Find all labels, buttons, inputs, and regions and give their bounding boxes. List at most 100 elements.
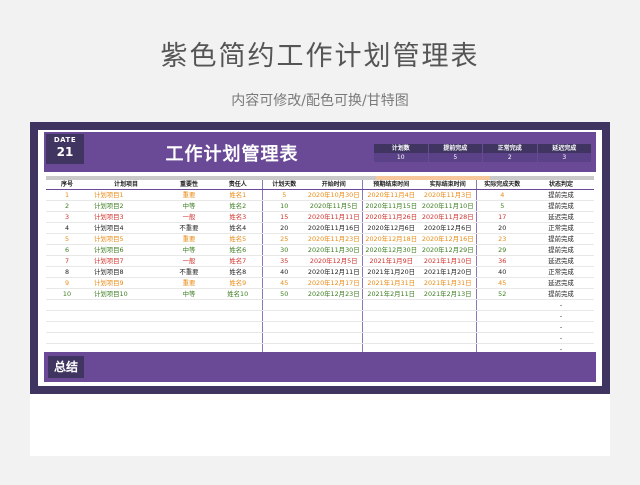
- cell-start: 2020年11月30日: [306, 244, 362, 256]
- empty-cell: [306, 321, 362, 333]
- empty-cell: [214, 332, 262, 344]
- cell-actual-end: 2021年1月31日: [420, 277, 476, 289]
- cell-expected-end: 2021年1月9日: [361, 255, 420, 267]
- cell-item: 计划项目8: [88, 266, 164, 278]
- cell-expected-end: 2021年1月31日: [361, 277, 420, 289]
- cell-item: 计划项目6: [88, 244, 164, 256]
- empty-cell: [361, 299, 420, 311]
- cell-actual-end: 2020年12月6日: [420, 222, 476, 234]
- empty-row[interactable]: -: [46, 332, 594, 344]
- cell-days: 25: [261, 233, 306, 245]
- cell-owner: 姓名6: [214, 244, 262, 256]
- cell-importance: 中等: [164, 288, 214, 300]
- empty-cell: [306, 332, 362, 344]
- cell-actual-days: 52: [475, 288, 528, 300]
- empty-cell: [214, 321, 262, 333]
- cell-no: 4: [46, 222, 88, 234]
- cell-item: 计划项目4: [88, 222, 164, 234]
- stat-value-delayed: 3: [537, 153, 592, 162]
- cell-owner: 姓名1: [214, 189, 262, 201]
- cell-actual-days: 20: [475, 222, 528, 234]
- table-row[interactable]: 9 计划项目9 重要 姓名9 45 2020年12月17日 2021年1月31日 2021年1…: [46, 277, 594, 289]
- cell-owner: 姓名9: [214, 277, 262, 289]
- empty-cell: [46, 321, 88, 333]
- table-row[interactable]: 8 计划项目8 不重要 姓名8 40 2020年12月11日 2021年1月20日 2021年…: [46, 266, 594, 278]
- cell-days: 35: [261, 255, 306, 267]
- cell-start: 2020年12月23日: [306, 288, 362, 300]
- stat-value-early: 5: [428, 153, 483, 162]
- table-header-row: 序号 计划项目 重要性 责任人 计划天数 开始时间 预期结束时间 实际结束时间 …: [46, 180, 594, 190]
- stat-header-delayed: 延迟完成: [537, 144, 592, 153]
- cell-start: 2020年12月11日: [306, 266, 362, 278]
- stats-summary: 计划数 提前完成 正常完成 延迟完成 10 5 2 3: [374, 144, 592, 162]
- cell-start: 2020年12月5日: [306, 255, 362, 267]
- cell-actual-days: 40: [475, 266, 528, 278]
- empty-cell: [420, 321, 476, 333]
- empty-cell: [475, 310, 528, 322]
- cell-no: 9: [46, 277, 88, 289]
- cell-no: 7: [46, 255, 88, 267]
- empty-cell: [420, 310, 476, 322]
- date-label: DATE: [53, 136, 77, 144]
- cell-item: 计划项目1: [88, 189, 164, 201]
- cell-start: 2020年10月30日: [306, 189, 362, 201]
- empty-row[interactable]: -: [46, 321, 594, 333]
- empty-cell: [46, 310, 88, 322]
- cell-actual-days: 17: [475, 211, 528, 223]
- empty-cell: [475, 299, 528, 311]
- cell-actual-end: 2020年11月10日: [420, 200, 476, 212]
- cell-status: -: [528, 299, 594, 311]
- cell-actual-end: 2021年1月10日: [420, 255, 476, 267]
- cell-status: 延迟完成: [528, 277, 594, 289]
- empty-row[interactable]: -: [46, 310, 594, 322]
- cell-status: 提前完成: [528, 288, 594, 300]
- cell-actual-days: 29: [475, 244, 528, 256]
- cell-days: 50: [261, 288, 306, 300]
- empty-cell: [261, 310, 306, 322]
- cell-status: 延迟完成: [528, 211, 594, 223]
- summary-label: 总结: [48, 356, 84, 378]
- cell-importance: 一般: [164, 211, 214, 223]
- cell-owner: 姓名4: [214, 222, 262, 234]
- cell-status: 延迟完成: [528, 255, 594, 267]
- empty-cell: [361, 332, 420, 344]
- empty-cell: [361, 321, 420, 333]
- cell-expected-end: 2021年2月11日: [361, 288, 420, 300]
- date-box: DATE 21: [46, 134, 84, 164]
- col-header-actual-end: 实际结束时间: [420, 180, 476, 190]
- empty-cell: [420, 332, 476, 344]
- table-row[interactable]: 5 计划项目5 重要 姓名5 25 2020年11月23日 2020年12月18日 2020年…: [46, 233, 594, 245]
- cell-status: -: [528, 310, 594, 322]
- cell-no: 1: [46, 189, 88, 201]
- cell-no: 3: [46, 211, 88, 223]
- table-row[interactable]: 3 计划项目3 一般 姓名3 15 2020年11月11日 2020年11月26日 2020年…: [46, 211, 594, 223]
- cell-days: 15: [261, 211, 306, 223]
- cell-days: 30: [261, 244, 306, 256]
- cell-owner: 姓名2: [214, 200, 262, 212]
- cell-expected-end: 2020年12月18日: [361, 233, 420, 245]
- cell-status: 提前完成: [528, 200, 594, 212]
- cell-actual-end: 2021年2月13日: [420, 288, 476, 300]
- stat-header-planned: 计划数: [374, 144, 429, 153]
- table-body: 1 计划项目1 重要 姓名1 5 2020年10月30日 2020年11月4日 2020年11…: [46, 189, 594, 355]
- cell-days: 40: [261, 266, 306, 278]
- cell-expected-end: 2020年11月26日: [361, 211, 420, 223]
- table-row[interactable]: 10 计划项目10 中等 姓名10 50 2020年12月23日 2021年2月11日 202…: [46, 288, 594, 300]
- stat-value-planned: 10: [374, 153, 429, 162]
- table-row[interactable]: 1 计划项目1 重要 姓名1 5 2020年10月30日 2020年11月4日 2020年11…: [46, 189, 594, 201]
- cell-importance: 一般: [164, 255, 214, 267]
- table-row[interactable]: 7 计划项目7 一般 姓名7 35 2020年12月5日 2021年1月9日 2021年1月1…: [46, 255, 594, 267]
- empty-cell: [306, 310, 362, 322]
- table-row[interactable]: 2 计划项目2 中等 姓名2 10 2020年11月5日 2020年11月15日 2020年1…: [46, 200, 594, 212]
- cell-importance: 重要: [164, 233, 214, 245]
- cell-start: 2020年11月11日: [306, 211, 362, 223]
- cell-actual-days: 45: [475, 277, 528, 289]
- cell-actual-end: 2020年12月16日: [420, 233, 476, 245]
- table-row[interactable]: 4 计划项目4 不重要 姓名4 20 2020年11月16日 2020年12月6日 2020年…: [46, 222, 594, 234]
- cell-actual-days: 4: [475, 189, 528, 201]
- table-row[interactable]: 6 计划项目6 中等 姓名6 30 2020年11月30日 2020年12月30日 2020年…: [46, 244, 594, 256]
- empty-row[interactable]: -: [46, 299, 594, 311]
- cell-status: 提前完成: [528, 233, 594, 245]
- cell-status: 提前完成: [528, 244, 594, 256]
- cell-expected-end: 2020年12月30日: [361, 244, 420, 256]
